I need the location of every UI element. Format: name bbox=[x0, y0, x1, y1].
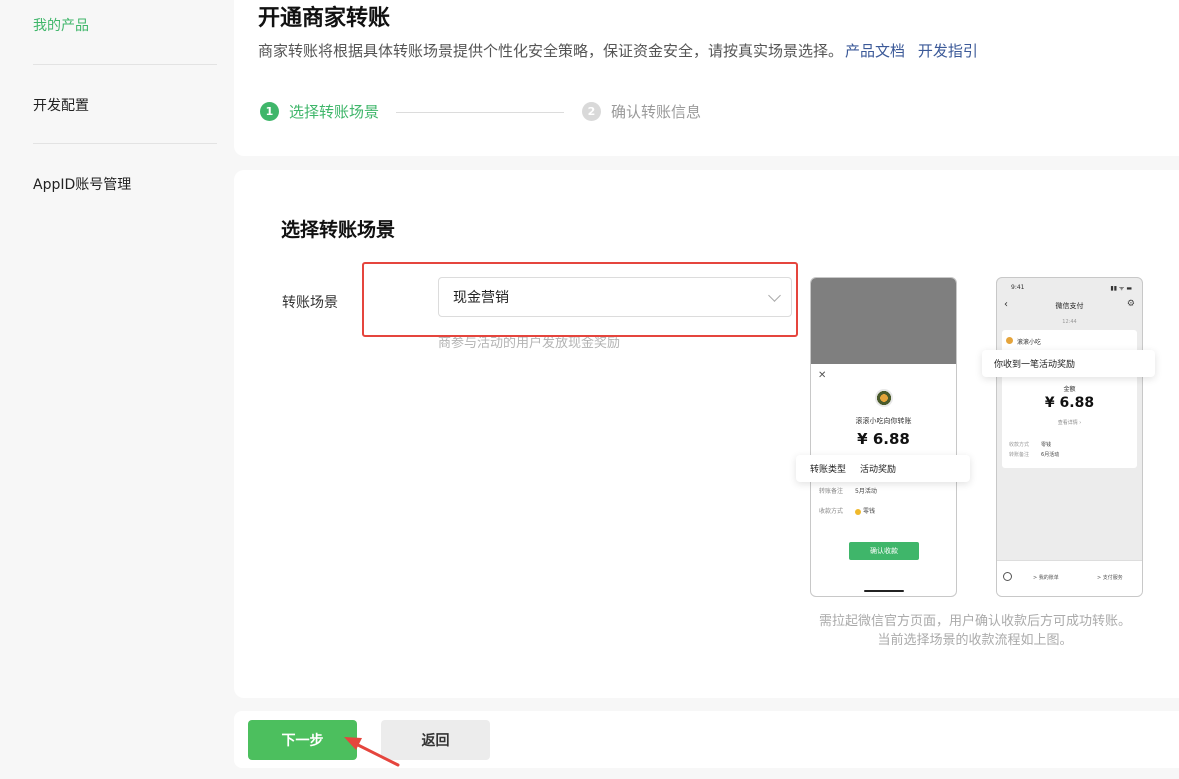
confirm-receive-button: 确认收款 bbox=[849, 542, 919, 560]
row-value: 零钱 bbox=[855, 508, 875, 515]
row-key: 收款方式 bbox=[819, 508, 844, 515]
description-text: 商家转账将根据具体转账场景提供个性化安全策略，保证资金安全，请按真实场景选择。 bbox=[258, 42, 844, 60]
merchant-name: 滚滚小吃 bbox=[1017, 339, 1042, 346]
step-label: 确认转账信息 bbox=[611, 103, 702, 121]
phone-bottom-bar: > 我的账单 > 支付服务 bbox=[997, 560, 1142, 596]
page-title: 开通商家转账 bbox=[258, 6, 391, 31]
row-key: 转账备注 bbox=[819, 488, 844, 495]
sidebar: 我的产品 开发配置 AppID账号管理 bbox=[0, 0, 234, 779]
preview-caption-2: 当前选择场景的收款流程如上图。 bbox=[877, 633, 1073, 648]
merchant-text: 滚滚小吃向你转账 bbox=[855, 417, 912, 425]
callout-value: 活动奖励 bbox=[860, 465, 897, 475]
sidebar-item-dev-config[interactable]: 开发配置 bbox=[33, 95, 89, 115]
preview-phone-notification: 9:41 ▮▮ ᯤ ▬ ‹ 微信支付 ⚙ 12:44 滚滚小吃 金额 ¥ 6.8… bbox=[996, 277, 1143, 597]
detail-link: 查看详情 › bbox=[1057, 420, 1082, 426]
coin-icon bbox=[855, 508, 862, 515]
status-time: 9:41 bbox=[1011, 284, 1025, 291]
bills-link: > 我的账单 bbox=[1033, 575, 1059, 581]
sidebar-item-my-products[interactable]: 我的产品 bbox=[33, 15, 89, 35]
gear-icon: ⚙ bbox=[1126, 299, 1135, 309]
amount-label: 金额 bbox=[1063, 386, 1076, 393]
services-link: > 支付服务 bbox=[1097, 575, 1123, 581]
wechat-pay-icon bbox=[1003, 572, 1012, 581]
step-number: 2 bbox=[582, 102, 601, 121]
close-icon: ✕ bbox=[818, 370, 827, 381]
callout-key: 转账类型 bbox=[810, 465, 847, 475]
merchant-avatar bbox=[1006, 337, 1013, 344]
phone-title: 微信支付 bbox=[1055, 302, 1084, 310]
row-value: 零钱 bbox=[1041, 442, 1052, 448]
step-number: 1 bbox=[260, 102, 279, 121]
status-icons: ▮▮ ᯤ ▬ bbox=[1110, 285, 1132, 292]
remark-row: 转账备注 5月活动 bbox=[819, 486, 877, 495]
divider bbox=[33, 143, 217, 144]
row-value: 5月活动 bbox=[855, 488, 877, 495]
step-2: 2 确认转账信息 bbox=[582, 101, 701, 122]
message-time: 12:44 bbox=[1062, 319, 1077, 325]
dim-overlay bbox=[811, 278, 956, 364]
arrow-annotation-icon bbox=[344, 737, 400, 767]
section-title: 选择转账场景 bbox=[281, 219, 396, 241]
row-key: 收款方式 bbox=[1009, 442, 1030, 448]
step-label: 选择转账场景 bbox=[289, 103, 380, 121]
remark-row: 转账备注 6月活动 bbox=[1009, 451, 1059, 458]
merchant-avatar bbox=[875, 389, 893, 407]
preview-caption-1: 需拉起微信官方页面，用户确认收款后方可成功转账。 bbox=[818, 614, 1131, 629]
highlight-box bbox=[362, 262, 798, 337]
divider bbox=[33, 64, 217, 65]
preview-phone-confirm: ✕ 滚滚小吃向你转账 ¥ 6.88 转账备注 5月活动 收款方式 零钱 确认收款 bbox=[810, 277, 957, 597]
step-connector bbox=[396, 112, 564, 113]
reward-callout: 你收到一笔活动奖励 bbox=[982, 350, 1155, 377]
row-key: 转账备注 bbox=[1009, 452, 1030, 458]
sidebar-item-appid-management[interactable]: AppID账号管理 bbox=[33, 174, 131, 194]
step-1: 1 选择转账场景 bbox=[260, 101, 379, 122]
method-row: 收款方式 零钱 bbox=[819, 506, 875, 515]
amount: ¥ 6.88 bbox=[1044, 395, 1095, 411]
guide-link[interactable]: 开发指引 bbox=[918, 42, 978, 60]
amount: ¥ 6.88 bbox=[857, 430, 910, 448]
transfer-type-callout: 转账类型 活动奖励 bbox=[796, 455, 970, 482]
page-description: 商家转账将根据具体转账场景提供个性化安全策略，保证资金安全，请按真实场景选择。产… bbox=[258, 40, 978, 61]
row-value: 6月活动 bbox=[1041, 452, 1060, 458]
scenario-label: 转账场景 bbox=[282, 295, 338, 311]
home-indicator bbox=[863, 590, 904, 592]
row-value-text: 零钱 bbox=[863, 508, 876, 515]
method-row: 收款方式 零钱 bbox=[1009, 441, 1051, 448]
docs-link[interactable]: 产品文档 bbox=[845, 42, 905, 60]
